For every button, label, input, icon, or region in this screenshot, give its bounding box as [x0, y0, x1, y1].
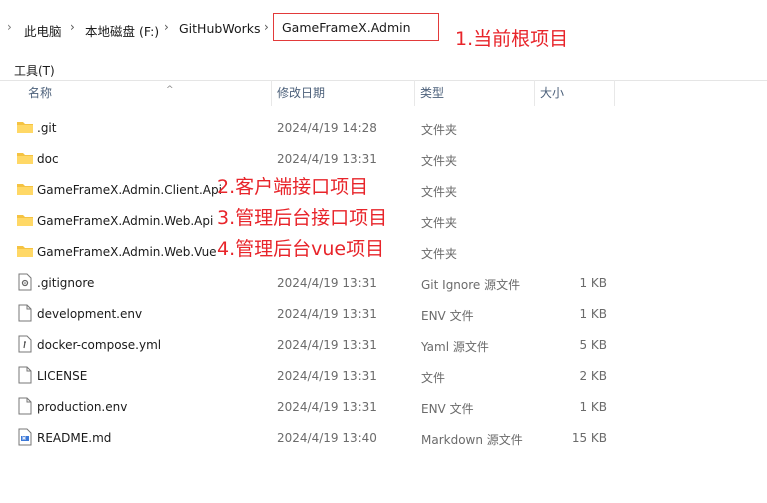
- file-size: 15 KB: [571, 431, 607, 445]
- file-size: 1 KB: [579, 307, 607, 321]
- file-name: docker-compose.yml: [37, 338, 162, 352]
- annotation-web-vue: 4.管理后台vue项目: [217, 238, 385, 260]
- file-type: 文件夹: [421, 154, 458, 168]
- file-date: 2024/4/19 13:31: [277, 276, 377, 290]
- file-date: 2024/4/19 13:31: [277, 152, 377, 166]
- sort-ascending-icon: ^: [166, 85, 174, 95]
- column-date-label: 修改日期: [277, 86, 326, 100]
- file-date: 2024/4/19 13:31: [277, 369, 377, 383]
- file-type: 文件夹: [421, 123, 458, 137]
- folder-icon: [17, 153, 33, 164]
- file-icon: [18, 304, 32, 322]
- file-type: ENV 文件: [421, 402, 474, 416]
- annotation-client-api: 2.客户端接口项目: [217, 176, 369, 198]
- folder-icon: [17, 184, 33, 195]
- toolbar: 工具(T): [0, 58, 767, 81]
- file-name: GameFrameX.Admin.Client.Api: [37, 183, 222, 197]
- file-row[interactable]: .git 2024/4/19 14:28 文件夹: [0, 112, 767, 143]
- folder-icon: [17, 215, 33, 226]
- tools-menu[interactable]: 工具(T): [14, 62, 55, 79]
- file-row[interactable]: development.env 2024/4/19 13:31 ENV 文件 1…: [0, 298, 767, 329]
- breadcrumb-current[interactable]: GameFrameX.Admin: [282, 20, 411, 35]
- file-row[interactable]: production.env 2024/4/19 13:31 ENV 文件 1 …: [0, 391, 767, 422]
- file-row[interactable]: README.md 2024/4/19 13:40 Markdown 源文件 1…: [0, 422, 767, 453]
- chevron-right-icon[interactable]: ›: [264, 20, 269, 34]
- annotation-web-api: 3.管理后台接口项目: [217, 207, 388, 229]
- settings-file-icon: [18, 273, 32, 291]
- file-name: production.env: [37, 400, 128, 414]
- file-size: 1 KB: [579, 276, 607, 290]
- script-file-icon: [18, 335, 32, 353]
- file-name: LICENSE: [37, 369, 88, 383]
- file-date: 2024/4/19 13:31: [277, 307, 377, 321]
- file-row[interactable]: docker-compose.yml 2024/4/19 13:31 Yaml …: [0, 329, 767, 360]
- file-row[interactable]: doc 2024/4/19 13:31 文件夹: [0, 143, 767, 174]
- file-row[interactable]: .gitignore 2024/4/19 13:31 Git Ignore 源文…: [0, 267, 767, 298]
- file-type: ENV 文件: [421, 309, 474, 323]
- file-name: .git: [37, 121, 57, 135]
- folder-icon: [17, 246, 33, 257]
- column-name[interactable]: ^ 名称: [22, 80, 271, 106]
- chevron-right-icon[interactable]: ›: [70, 20, 75, 34]
- markdown-file-icon: [18, 428, 32, 446]
- file-row[interactable]: GameFrameX.Admin.Client.Api 文件夹: [0, 174, 767, 205]
- column-size-label: 大小: [540, 86, 565, 100]
- column-date[interactable]: 修改日期: [271, 80, 414, 106]
- chevron-right-icon[interactable]: ›: [164, 20, 169, 34]
- annotation-root-project: 1.当前根项目: [455, 28, 569, 50]
- file-type: 文件夹: [421, 216, 458, 230]
- file-type: 文件夹: [421, 185, 458, 199]
- column-size[interactable]: 大小: [534, 80, 614, 106]
- file-type: Yaml 源文件: [421, 340, 489, 354]
- file-name: README.md: [37, 431, 112, 445]
- file-date: 2024/4/19 13:31: [277, 400, 377, 414]
- breadcrumb-this-pc[interactable]: 此电脑: [24, 21, 62, 40]
- file-type: 文件: [421, 371, 446, 385]
- file-icon: [18, 366, 32, 384]
- column-type-label: 类型: [420, 86, 445, 100]
- file-name: GameFrameX.Admin.Web.Vue: [37, 245, 217, 259]
- file-name: GameFrameX.Admin.Web.Api: [37, 214, 214, 228]
- file-icon: [18, 397, 32, 415]
- file-date: 2024/4/19 13:31: [277, 338, 377, 352]
- folder-icon: [17, 122, 33, 133]
- file-size: 1 KB: [579, 400, 607, 414]
- file-name: doc: [37, 152, 59, 166]
- address-bar[interactable]: › 此电脑 › 本地磁盘 (F:) › GitHubWorks › GameFr…: [0, 11, 767, 45]
- file-name: development.env: [37, 307, 143, 321]
- file-type: Markdown 源文件: [421, 433, 523, 447]
- breadcrumb-githubworks[interactable]: GitHubWorks: [179, 21, 260, 36]
- file-date: 2024/4/19 14:28: [277, 121, 377, 135]
- column-header: ^ 名称 修改日期 类型 大小: [0, 80, 767, 106]
- file-row[interactable]: LICENSE 2024/4/19 13:31 文件 2 KB: [0, 360, 767, 391]
- file-type: Git Ignore 源文件: [421, 278, 521, 292]
- breadcrumb-current-highlight[interactable]: GameFrameX.Admin: [273, 13, 439, 41]
- column-type[interactable]: 类型: [414, 80, 534, 106]
- file-size: 2 KB: [579, 369, 607, 383]
- column-name-label: 名称: [28, 86, 53, 100]
- breadcrumb-local-disk[interactable]: 本地磁盘 (F:): [85, 21, 159, 40]
- chevron-right-icon[interactable]: ›: [7, 20, 12, 34]
- file-date: 2024/4/19 13:40: [277, 431, 377, 445]
- file-size: 5 KB: [579, 338, 607, 352]
- file-type: 文件夹: [421, 247, 458, 261]
- column-divider[interactable]: [614, 80, 615, 106]
- file-name: .gitignore: [37, 276, 95, 290]
